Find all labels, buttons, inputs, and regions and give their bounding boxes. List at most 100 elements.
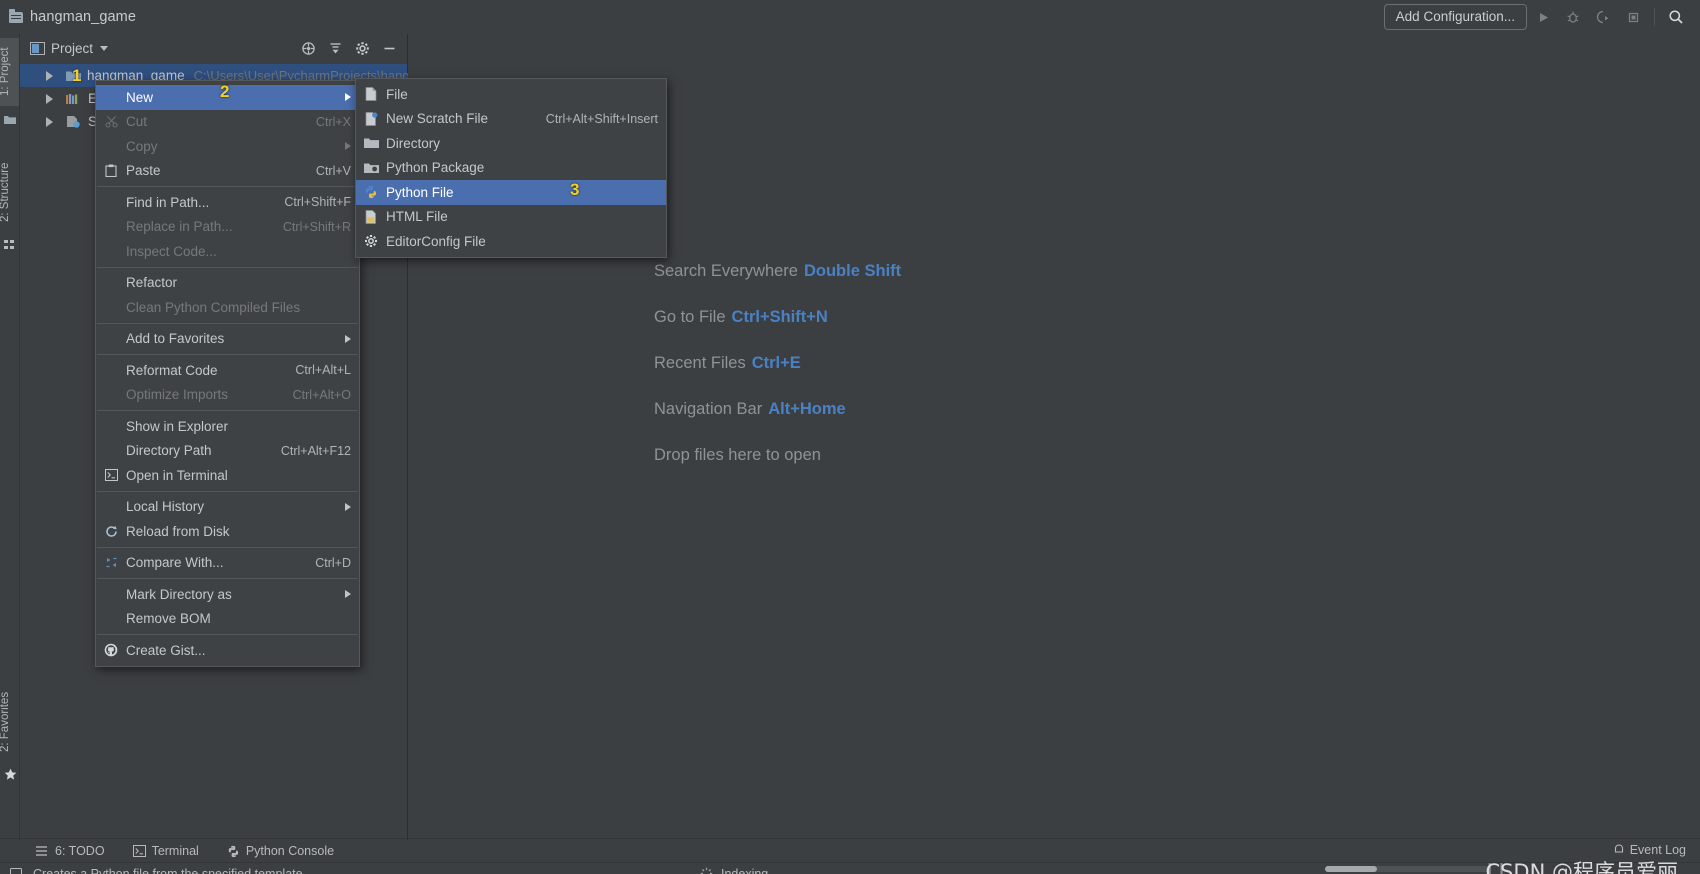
project-panel-header: Project (20, 34, 407, 62)
python-file-icon (356, 185, 386, 199)
collapse-all-icon[interactable] (296, 36, 320, 60)
menu-item-label: Refactor (126, 275, 178, 291)
menu-item-optimize-imports: Optimize Imports Ctrl+Alt+O (96, 383, 359, 408)
drop-files-hint: Drop files here to open (654, 446, 821, 464)
menu-item-copy: Copy (96, 134, 359, 159)
menu-item-remove-bom[interactable]: Remove BOM (96, 607, 359, 632)
menu-item-open-in-terminal[interactable]: Open in Terminal (96, 463, 359, 488)
menu-item-compare-with[interactable]: Compare With... Ctrl+D (96, 551, 359, 576)
menu-item-reload-from-disk[interactable]: Reload from Disk (96, 519, 359, 544)
scissors-icon (96, 115, 126, 128)
submenu-item-new-scratch-file[interactable]: New Scratch File Ctrl+Alt+Shift+Insert (356, 107, 666, 132)
menu-item-label: Paste (126, 163, 161, 179)
submenu-item-editorconfig-file[interactable]: EditorConfig File (356, 229, 666, 254)
search-icon[interactable] (1662, 4, 1690, 30)
indexing-status: Indexing... (700, 867, 779, 874)
clipboard-icon (96, 164, 126, 178)
menu-item-directory-path[interactable]: Directory Path Ctrl+Alt+F12 (96, 439, 359, 464)
todo-icon (36, 845, 47, 856)
menu-item-shortcut: Ctrl+V (315, 163, 351, 178)
chevron-right-icon (345, 142, 351, 151)
menu-item-label: Reformat Code (126, 362, 218, 378)
project-name-label: hangman_game (30, 9, 136, 25)
menu-item-find-in-path[interactable]: Find in Path... Ctrl+Shift+F (96, 190, 359, 215)
settings-gear-icon[interactable] (350, 36, 374, 60)
hint-row: Search Everywhere Double Shift (654, 262, 901, 281)
toolbar-right: Add Configuration... (1383, 4, 1700, 30)
event-log-button[interactable]: Event Log (1613, 843, 1686, 857)
menu-item-label: New (126, 89, 154, 105)
menu-separator (97, 546, 358, 548)
structure-icon (4, 238, 16, 250)
debug-button[interactable] (1559, 4, 1587, 30)
menu-separator (97, 322, 358, 324)
add-configuration-button[interactable]: Add Configuration... (1383, 4, 1527, 30)
run-with-coverage-button[interactable] (1589, 4, 1617, 30)
refresh-icon (96, 525, 126, 538)
menu-item-label: Directory Path (126, 443, 212, 459)
csdn-watermark: CSDN @程序员爱丽 (1485, 860, 1678, 874)
tool-window-label: Python Console (245, 844, 335, 858)
chevron-right-icon (345, 502, 351, 511)
submenu-item-label: Directory (386, 135, 441, 151)
star-icon (4, 768, 17, 780)
menu-item-label: Open in Terminal (126, 467, 228, 483)
menu-item-label: Optimize Imports (126, 387, 229, 403)
sidebar-item-favorites[interactable]: 2: Favorites (0, 682, 19, 762)
spinner-icon (700, 867, 713, 874)
sidebar-item-project[interactable]: 1: Project (0, 38, 19, 106)
folder-icon (9, 8, 23, 23)
step-badge-2: 2 (220, 82, 230, 101)
status-message: Creates a Python file from the specified… (33, 866, 303, 874)
run-button[interactable] (1529, 4, 1557, 30)
hint-label: Go to File (654, 308, 726, 326)
progress-bar-track (1325, 866, 1490, 872)
submenu-item-html-file[interactable]: HTML File (356, 205, 666, 230)
chevron-down-icon[interactable] (100, 45, 109, 51)
tool-window-todo[interactable]: 6: TODO (36, 844, 105, 858)
menu-item-paste[interactable]: Paste Ctrl+V (96, 159, 359, 184)
file-icon (356, 87, 386, 102)
menu-item-label: Replace in Path... (126, 219, 233, 235)
hint-label: Search Everywhere (654, 262, 798, 280)
submenu-item-python-package[interactable]: Python Package (356, 156, 666, 181)
project-panel-title: Project (51, 40, 94, 56)
folder-icon (356, 137, 386, 149)
step-badge-3: 3 (570, 180, 580, 199)
expand-all-icon[interactable] (323, 36, 347, 60)
hint-shortcut: Ctrl+E (751, 354, 801, 372)
menu-separator (97, 634, 358, 635)
submenu-item-label: File (386, 86, 408, 102)
menu-item-refactor[interactable]: Refactor (96, 271, 359, 296)
context-menu: New Cut Ctrl+X Copy Paste Ctrl+V Find in… (95, 80, 360, 667)
menu-item-reformat-code[interactable]: Reformat Code Ctrl+Alt+L (96, 358, 359, 383)
chevron-right-icon[interactable] (46, 93, 53, 104)
tool-window-terminal[interactable]: Terminal (132, 844, 199, 858)
submenu-item-label: Python File (386, 184, 454, 200)
menu-item-add-to-favorites[interactable]: Add to Favorites (96, 327, 359, 352)
chevron-right-icon[interactable] (46, 116, 53, 127)
tool-window-python-console[interactable]: Python Console (227, 844, 334, 858)
menu-item-show-in-explorer[interactable]: Show in Explorer (96, 414, 359, 439)
menu-item-label: Cut (126, 114, 148, 130)
pycharm-window: hangman_game Add Configuration... 1: Pro… (0, 0, 1700, 874)
scratch-file-icon (356, 111, 386, 126)
menu-item-mark-directory-as[interactable]: Mark Directory as (96, 582, 359, 607)
chevron-right-icon[interactable] (46, 70, 53, 81)
menu-item-shortcut: Ctrl+Alt+F12 (280, 443, 351, 458)
stop-button[interactable] (1619, 4, 1647, 30)
menu-item-label: Copy (126, 138, 158, 154)
hide-panel-icon[interactable] (377, 36, 401, 60)
submenu-item-python-file[interactable]: Python File (356, 180, 666, 205)
toolbar-divider (1654, 8, 1655, 26)
left-tool-rail: 1: Project 2: Structure 2: Favorites (0, 34, 20, 840)
sidebar-item-structure[interactable]: 2: Structure (0, 152, 19, 232)
submenu-item-directory[interactable]: Directory (356, 131, 666, 156)
menu-separator (97, 186, 358, 187)
submenu-item-file[interactable]: File (356, 82, 666, 107)
indexing-label: Indexing... (721, 866, 779, 874)
terminal-icon (132, 845, 146, 857)
menu-item-create-gist[interactable]: Create Gist... (96, 638, 359, 663)
menu-item-local-history[interactable]: Local History (96, 495, 359, 520)
chevron-right-icon (345, 590, 351, 599)
